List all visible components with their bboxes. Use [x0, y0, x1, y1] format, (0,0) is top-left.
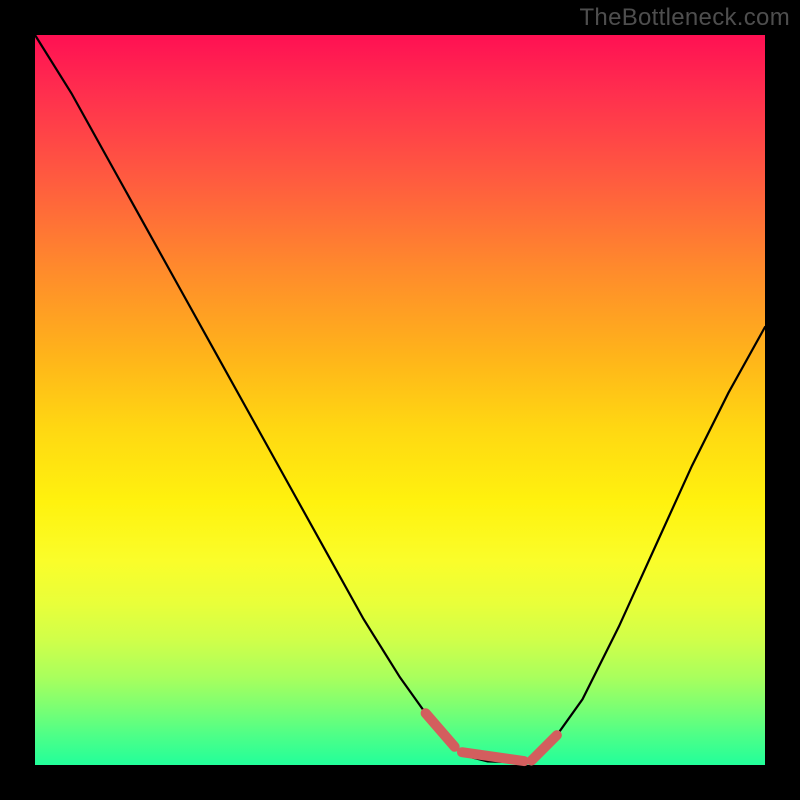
chart-stage: TheBottleneck.com — [0, 0, 800, 800]
highlight-left — [426, 713, 455, 747]
plot-area — [35, 35, 765, 765]
curve-svg — [35, 35, 765, 765]
bottleneck-curve — [35, 35, 765, 762]
highlight-right — [531, 735, 557, 761]
watermark-text: TheBottleneck.com — [579, 4, 790, 32]
highlight-flat — [462, 752, 524, 761]
